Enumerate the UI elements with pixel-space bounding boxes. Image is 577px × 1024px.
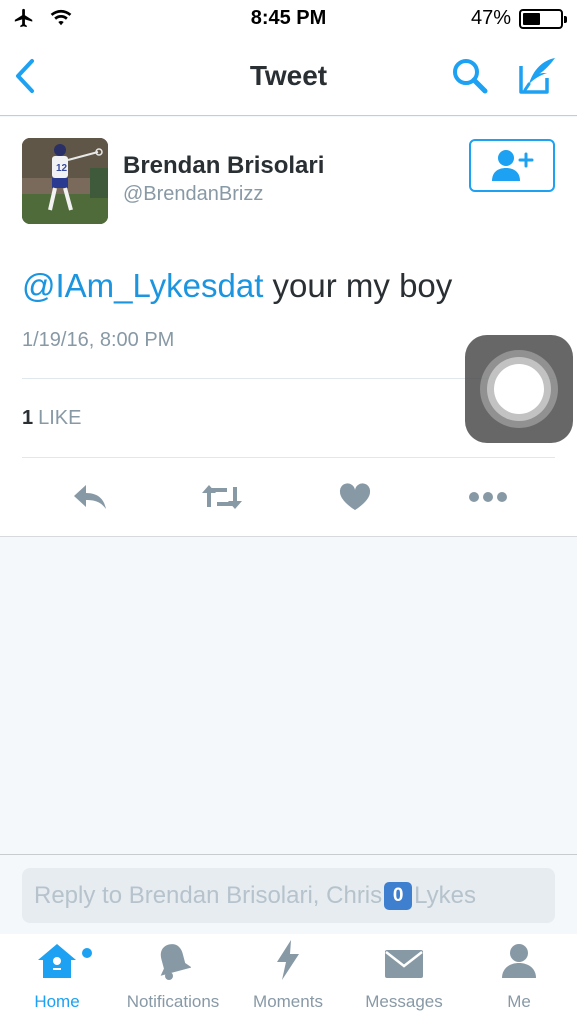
add-user-icon [492, 149, 534, 181]
new-content-dot [82, 948, 92, 958]
tab-notifications[interactable]: Notifications [116, 934, 230, 1024]
tab-label: Me [507, 992, 531, 1011]
status-bar: 8:45 PM 47% [0, 0, 577, 38]
more-icon [469, 492, 507, 502]
keycap-zero-emoji: 0 [384, 881, 413, 910]
avatar[interactable]: 12 [22, 138, 108, 224]
follow-button[interactable] [469, 139, 555, 192]
tab-label: Notifications [126, 992, 220, 1011]
reply-bar: Reply to Brendan Brisolari, Chris 0 Lykes [0, 854, 577, 934]
reply-placeholder-start: Reply to Brendan Brisolari, Chris [34, 881, 383, 909]
envelope-icon [384, 934, 424, 984]
retweet-icon [202, 485, 242, 509]
tab-label: Messages [365, 992, 443, 1011]
search-icon [453, 59, 488, 94]
assistive-touch-ring-inner [487, 357, 551, 421]
tab-messages[interactable]: Messages [358, 934, 450, 1024]
likes-label: LIKE [38, 407, 82, 429]
tweet-actions [0, 477, 577, 521]
tab-label: Home [34, 992, 80, 1011]
retweet-button[interactable] [198, 477, 246, 517]
reply-input[interactable]: Reply to Brendan Brisolari, Chris 0 Lykes [22, 868, 555, 923]
assistive-touch-ring [480, 350, 558, 428]
more-button[interactable] [464, 477, 512, 517]
reply-button[interactable] [66, 477, 114, 517]
svg-text:12: 12 [56, 163, 68, 174]
home-icon [36, 934, 92, 984]
person-icon [500, 934, 538, 984]
like-button[interactable] [331, 477, 379, 517]
battery-percent: 47% [470, 7, 511, 29]
assistive-touch-core [494, 364, 544, 414]
battery-icon [519, 8, 567, 29]
status-right: 47% [470, 7, 567, 30]
bell-icon [155, 934, 191, 984]
nav-bar: Tweet [0, 38, 577, 116]
heart-icon [339, 483, 371, 510]
tweet-detail: 12 Brendan Brisolari @BrendanBrizz @IAm_… [0, 117, 577, 537]
tab-home[interactable]: Home [28, 934, 92, 1024]
reply-placeholder-end: Lykes [414, 881, 476, 909]
likes-summary[interactable]: 1 LIKE [22, 407, 81, 430]
battery-level [523, 12, 540, 25]
tab-me[interactable]: Me [496, 934, 542, 1024]
tweet-body: your my boy [263, 267, 453, 304]
author-name[interactable]: Brendan Brisolari [123, 152, 324, 180]
compose-button[interactable] [514, 54, 560, 98]
tab-moments[interactable]: Moments [246, 934, 330, 1024]
divider [22, 457, 555, 458]
tab-label: Moments [253, 992, 323, 1011]
tweet-timestamp: 1/19/16, 8:00 PM [22, 329, 175, 351]
reply-icon [74, 485, 106, 509]
mention-link[interactable]: @IAm_Lykesdat [22, 267, 263, 304]
assistive-touch-button[interactable] [465, 335, 573, 443]
compose-icon [519, 58, 555, 94]
tweet-text: @IAm_Lykesdat your my boy [22, 267, 452, 305]
author-handle[interactable]: @BrendanBrizz [123, 183, 263, 206]
search-button[interactable] [448, 56, 492, 96]
tab-bar: Home Notifications Moments Messages Me [0, 934, 577, 1024]
lightning-icon [275, 934, 301, 984]
likes-count: 1 [22, 407, 34, 429]
